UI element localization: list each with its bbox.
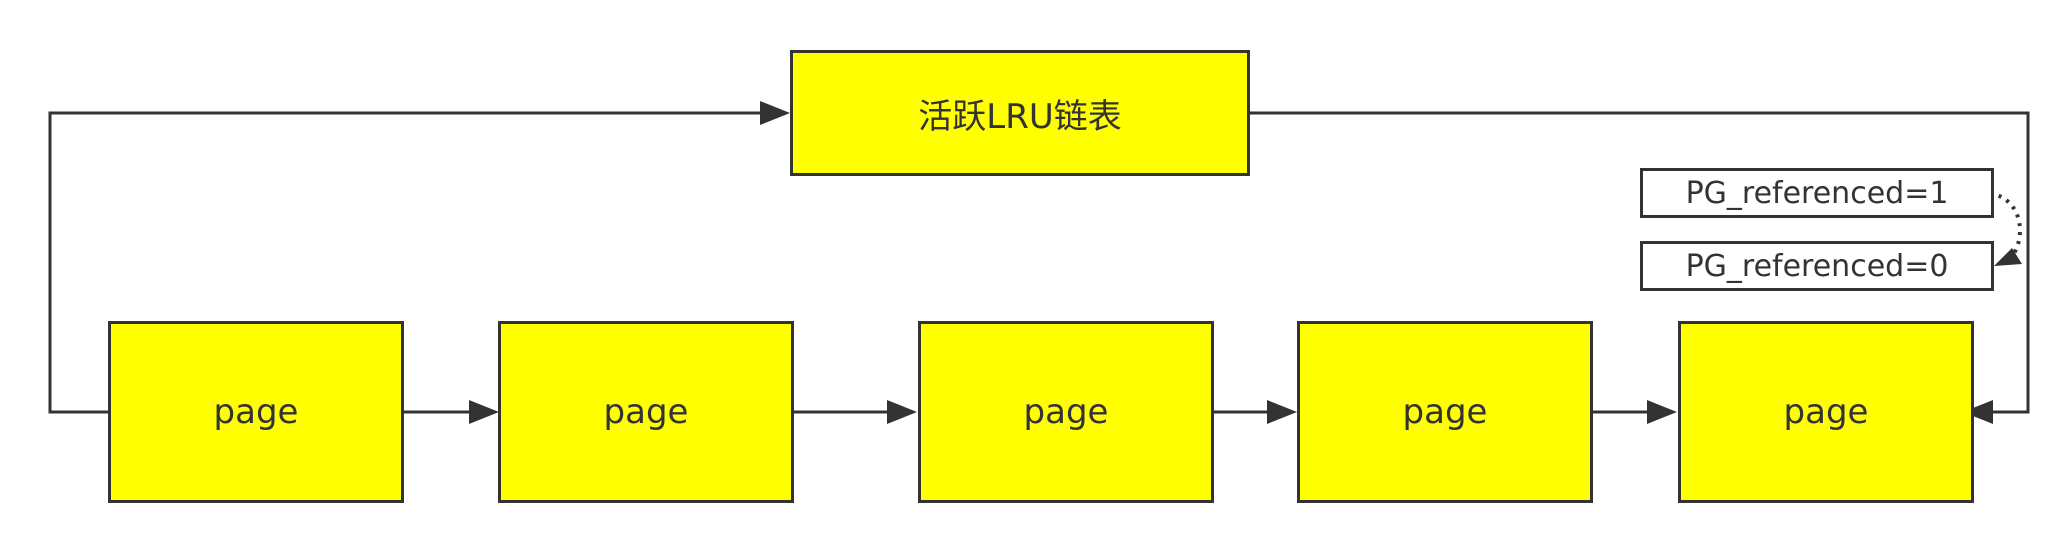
- page-label: page: [1402, 392, 1488, 432]
- page-box-1: page: [108, 321, 404, 503]
- page-label: page: [1783, 392, 1869, 432]
- page-box-3: page: [918, 321, 1214, 503]
- active-lru-list-label: 活跃LRU链表: [918, 96, 1122, 137]
- page-label: page: [213, 392, 299, 432]
- arrowhead-flag-transition: [1994, 248, 2022, 266]
- page-label: page: [603, 392, 689, 432]
- arrowhead-page-3: [887, 400, 917, 424]
- arrowhead-page-5: [1647, 400, 1677, 424]
- flag-transition-curve: [1989, 191, 2022, 258]
- page-label: page: [1023, 392, 1109, 432]
- page-box-5: page: [1678, 321, 1974, 503]
- active-lru-list-box: 活跃LRU链表: [790, 50, 1250, 176]
- pg-referenced-0-label: PG_referenced=0: [1685, 248, 1949, 284]
- pg-referenced-1-label: PG_referenced=1: [1685, 175, 1949, 211]
- arrowhead-page-2: [469, 400, 499, 424]
- pg-referenced-1-box: PG_referenced=1: [1640, 168, 1994, 218]
- page-box-4: page: [1297, 321, 1593, 503]
- page-box-2: page: [498, 321, 794, 503]
- pg-referenced-0-box: PG_referenced=0: [1640, 241, 1994, 291]
- arrowhead-into-title: [760, 101, 790, 125]
- arrowhead-page-4: [1267, 400, 1297, 424]
